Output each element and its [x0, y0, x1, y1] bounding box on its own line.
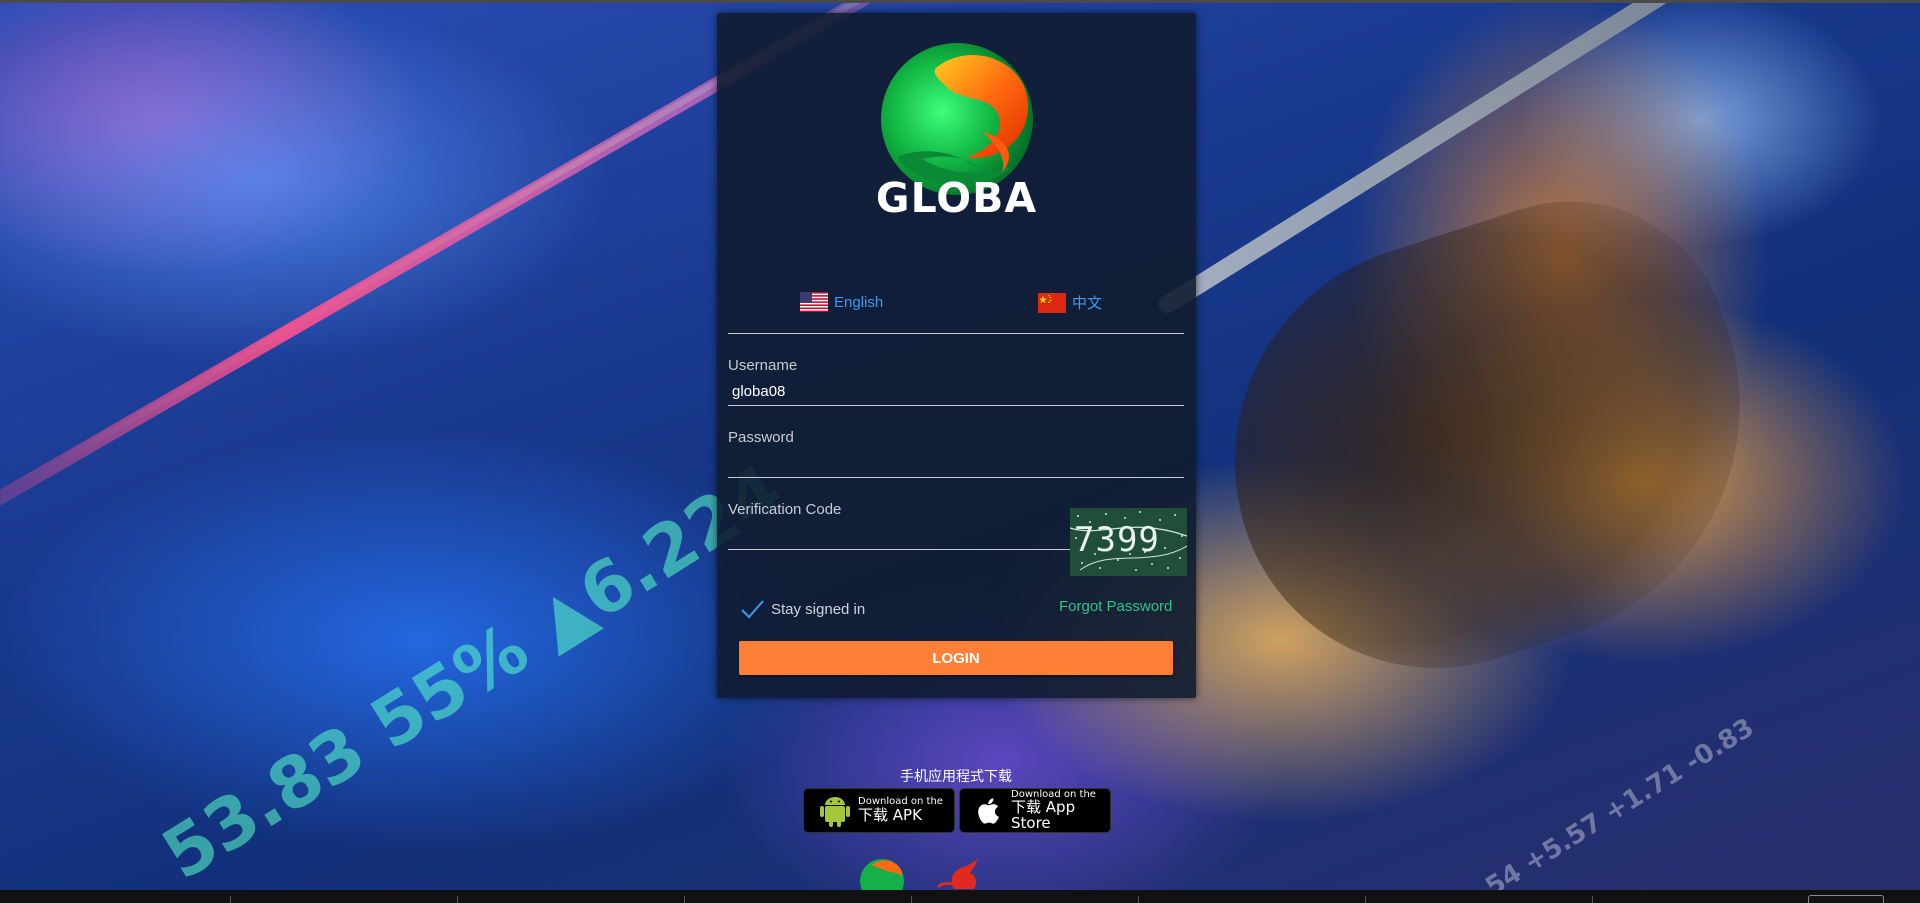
language-selector: English 中文: [728, 278, 1184, 334]
globa-mini-logo-icon: [860, 859, 904, 890]
captcha-text: 7399: [1074, 520, 1160, 560]
stay-signed-in-checkbox[interactable]: Stay signed in: [739, 598, 865, 620]
stay-signed-in-label: Stay signed in: [771, 600, 866, 618]
download-appstore-button[interactable]: Download on the 下载 App Store: [959, 788, 1111, 833]
bottom-bar: [0, 890, 1920, 903]
login-panel: GLOBA English 中文 Username globa08 Passwo…: [717, 13, 1196, 698]
partner-logos: [858, 853, 1028, 890]
username-field-group: Username: [728, 357, 1184, 406]
download-title: 手机应用程式下载: [900, 769, 1012, 785]
language-chinese-label: 中文: [1072, 295, 1103, 312]
language-english-link[interactable]: English: [800, 292, 883, 312]
apk-big-text: 下载 APK: [858, 805, 922, 824]
password-field-group: Password: [728, 429, 1184, 478]
language-english-label: English: [834, 293, 884, 311]
us-flag-icon: [800, 292, 828, 312]
captcha-image[interactable]: 7399: [1070, 508, 1187, 576]
download-apk-button[interactable]: Download on the 下载 APK: [803, 788, 955, 833]
password-input[interactable]: [728, 449, 1184, 478]
brand-name: GLOBA: [875, 174, 1038, 222]
background-decoration: 53.83 55% ▲6.224: [148, 448, 797, 896]
password-label: Password: [728, 429, 794, 446]
username-input[interactable]: [728, 377, 1184, 406]
apple-icon: [978, 797, 999, 824]
username-label: Username: [728, 357, 798, 374]
language-chinese-link[interactable]: 中文: [1038, 292, 1102, 313]
kangaroo-logo-icon: [936, 859, 978, 890]
background-decoration: .54 +5.57 +1.71 -0.83: [1472, 712, 1760, 903]
verification-code-input[interactable]: [728, 521, 1072, 550]
bottom-bar-tab[interactable]: [1808, 895, 1884, 903]
ios-big-text: 下载 App Store: [1011, 798, 1076, 832]
login-button[interactable]: LOGIN: [739, 641, 1173, 675]
android-icon: [820, 796, 850, 827]
checkmark-icon: [741, 600, 764, 619]
cn-flag-icon: [1038, 292, 1066, 313]
top-border: [0, 0, 1920, 3]
forgot-password-link[interactable]: Forgot Password: [1059, 598, 1172, 615]
